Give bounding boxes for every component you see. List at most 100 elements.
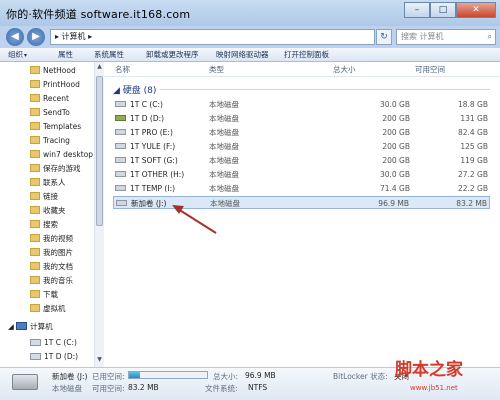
free-space-value: 83.2 MB: [128, 383, 159, 392]
scroll-up-icon[interactable]: ▲: [95, 63, 104, 73]
nav-item[interactable]: Recent: [30, 92, 103, 106]
folder-icon: [30, 220, 40, 228]
drive-icon: [115, 185, 126, 191]
address-path: ▸ 计算机 ▸: [55, 32, 93, 41]
nav-item[interactable]: 链接: [30, 190, 103, 204]
drive-icon: [116, 200, 127, 206]
open-control-panel-button[interactable]: 打开控制面板: [284, 49, 329, 61]
folder-icon: [30, 122, 40, 130]
nav-item[interactable]: 联系人: [30, 176, 103, 190]
total-size-label: 总大小:: [213, 372, 239, 381]
organize-button[interactable]: 组织▾: [8, 49, 27, 62]
group-divider: [160, 89, 490, 90]
drive-icon: [30, 353, 41, 360]
used-space-label: 已用空间:: [92, 372, 125, 381]
maximize-button[interactable]: □: [430, 2, 456, 18]
file-list: 名称 类型 总大小 可用空间 ◢ 硬盘 (8) 1T C (C:) 本地磁盘 30.…: [105, 62, 500, 367]
folder-icon: [30, 276, 40, 284]
folder-icon: [30, 94, 40, 102]
nav-scrollbar[interactable]: ▲ ▼: [94, 62, 104, 367]
nav-item[interactable]: 虚拟机: [30, 302, 103, 316]
drive-icon: [115, 157, 126, 163]
folder-icon: [30, 304, 40, 312]
drive-large-icon: [12, 374, 38, 390]
drive-row[interactable]: 1T D (D:) 本地磁盘 200 GB 131 GB: [113, 112, 490, 125]
column-type[interactable]: 类型: [209, 64, 224, 75]
folder-icon: [30, 248, 40, 256]
column-headers: 名称 类型 总大小 可用空间: [105, 62, 500, 77]
folder-icon: [30, 136, 40, 144]
title-bar: 你的·软件频道 software.it168.com – □ ✕: [0, 0, 500, 26]
nav-item[interactable]: win7 desktop: [30, 148, 103, 162]
nav-item[interactable]: 我的图片: [30, 246, 103, 260]
drive-icon: [115, 101, 126, 107]
nav-item[interactable]: 下载: [30, 288, 103, 302]
nav-item-computer[interactable]: ◢ 计算机: [8, 320, 102, 334]
command-bar: 组织▾ 属性 系统属性 卸载或更改程序 映射网络驱动器 打开控制面板: [0, 48, 500, 62]
watermark-text: 你的·软件频道 software.it168.com: [6, 8, 191, 21]
drive-row[interactable]: 1T TEMP (I:) 本地磁盘 71.4 GB 22.2 GB: [113, 182, 490, 195]
free-space-label: 可用空间:: [92, 384, 125, 393]
forward-arrow-icon[interactable]: ▶: [27, 28, 45, 46]
drive-row[interactable]: 1T SOFT (G:) 本地磁盘 200 GB 119 GB: [113, 154, 490, 167]
nav-item[interactable]: 我的音乐: [30, 274, 103, 288]
search-input[interactable]: 搜索 计算机 ⌕: [396, 29, 496, 45]
scroll-thumb[interactable]: [96, 76, 103, 226]
site-logo-url: www.jb51.net: [410, 384, 458, 392]
drive-row[interactable]: 1T C (C:) 本地磁盘 30.0 GB 18.8 GB: [113, 98, 490, 111]
bitlocker-label: BitLocker 状态:: [333, 372, 388, 381]
window-controls: – □ ✕: [404, 2, 496, 18]
nav-item[interactable]: Templates: [30, 120, 103, 134]
nav-item[interactable]: Tracing: [30, 134, 103, 148]
nav-item[interactable]: SendTo: [30, 106, 103, 120]
properties-button[interactable]: 属性: [58, 49, 73, 61]
nav-item[interactable]: NetHood: [30, 64, 103, 78]
system-properties-button[interactable]: 系统属性: [94, 49, 124, 61]
collapse-arrow-icon: ◢: [113, 86, 123, 96]
expand-arrow-icon: ◢: [8, 322, 17, 331]
folder-icon: [30, 192, 40, 200]
filesystem-label: 文件系统:: [205, 384, 238, 393]
scroll-down-icon[interactable]: ▼: [95, 356, 104, 366]
drive-icon: [115, 171, 126, 177]
close-button[interactable]: ✕: [456, 2, 496, 18]
details-drive-name: 新加卷 (J:): [52, 372, 88, 381]
column-free[interactable]: 可用空间: [415, 64, 445, 75]
folder-icon: [30, 108, 40, 116]
folder-icon: [30, 262, 40, 270]
map-network-drive-button[interactable]: 映射网络驱动器: [216, 49, 269, 61]
address-bar[interactable]: ▸ 计算机 ▸: [50, 29, 375, 45]
folder-icon: [30, 66, 40, 74]
filesystem-value: NTFS: [248, 383, 268, 392]
drive-row[interactable]: 1T PRO (E:) 本地磁盘 200 GB 82.4 GB: [113, 126, 490, 139]
used-space-bar: [128, 371, 208, 379]
nav-item[interactable]: 搜索: [30, 218, 103, 232]
drive-icon: [115, 129, 126, 135]
nav-item-drive[interactable]: 1T D (D:): [30, 350, 103, 364]
folder-icon: [30, 206, 40, 214]
search-placeholder: 搜索 计算机: [401, 32, 444, 41]
column-total[interactable]: 总大小: [333, 64, 356, 75]
nav-item[interactable]: PrintHood: [30, 78, 103, 92]
nav-item[interactable]: 我的文档: [30, 260, 103, 274]
total-size-value: 96.9 MB: [245, 371, 276, 380]
nav-item[interactable]: 我的视频: [30, 232, 103, 246]
folder-icon: [30, 178, 40, 186]
minimize-button[interactable]: –: [404, 2, 430, 18]
back-arrow-icon[interactable]: ◀: [6, 28, 24, 46]
folder-icon: [30, 234, 40, 242]
drive-row[interactable]: 1T OTHER (H:) 本地磁盘 30.0 GB 27.2 GB: [113, 168, 490, 181]
group-header[interactable]: ◢ 硬盘 (8): [113, 83, 156, 96]
folder-icon: [30, 80, 40, 88]
folder-icon: [30, 290, 40, 298]
used-space-fill: [129, 372, 140, 378]
annotation-arrow-icon: [172, 205, 217, 234]
nav-item[interactable]: 收藏夹: [30, 204, 103, 218]
nav-item-drive[interactable]: 1T C (C:): [30, 336, 103, 350]
column-name[interactable]: 名称: [115, 64, 130, 75]
uninstall-program-button[interactable]: 卸载或更改程序: [146, 49, 199, 61]
nav-item[interactable]: 保存的游戏: [30, 162, 103, 176]
refresh-icon[interactable]: ↻: [376, 29, 392, 45]
drive-row[interactable]: 1T YULE (F:) 本地磁盘 200 GB 125 GB: [113, 140, 490, 153]
navigation-pane: NetHood PrintHood Recent SendTo Template…: [0, 62, 104, 367]
